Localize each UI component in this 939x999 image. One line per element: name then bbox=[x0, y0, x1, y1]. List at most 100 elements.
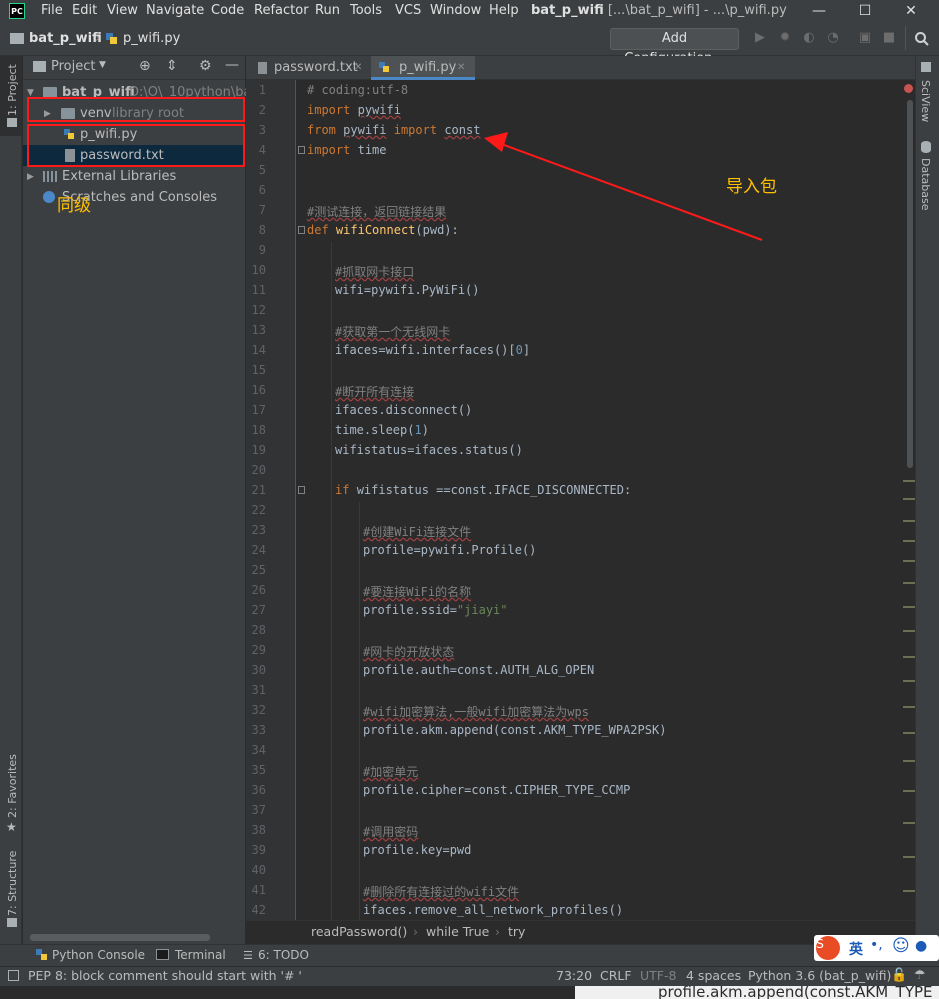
menu-code[interactable]: Code bbox=[211, 3, 244, 18]
fold-marker-icon[interactable] bbox=[298, 226, 305, 234]
emoji-icon[interactable]: ☺ bbox=[892, 936, 910, 956]
run-icon[interactable]: ▶ bbox=[752, 30, 768, 46]
maximize-icon[interactable]: ☐ bbox=[842, 1, 888, 21]
code-line-19: wifistatus=ifaces.status() bbox=[335, 443, 523, 457]
warning-stripe-mark[interactable] bbox=[903, 630, 915, 632]
file-encoding[interactable]: UTF-8 bbox=[640, 968, 676, 983]
warning-stripe-mark[interactable] bbox=[903, 520, 915, 522]
project-view-selector[interactable]: Project bbox=[51, 59, 95, 74]
tree-row-external-libraries[interactable]: ▶ External Libraries bbox=[23, 166, 245, 187]
close-icon[interactable]: ✕ bbox=[888, 1, 934, 21]
horizontal-scrollbar[interactable] bbox=[30, 934, 210, 941]
menu-tools[interactable]: Tools bbox=[350, 3, 382, 18]
breadcrumb-read-password[interactable]: readPassword() bbox=[311, 924, 407, 939]
profile-icon[interactable]: ◔ bbox=[825, 30, 841, 46]
collapse-icon[interactable]: ⇕ bbox=[166, 58, 178, 74]
menu-file[interactable]: File bbox=[41, 3, 63, 18]
search-icon[interactable] bbox=[914, 31, 930, 47]
database-tool-label[interactable]: Database bbox=[919, 158, 932, 211]
favorites-tool-label[interactable]: 2: Favorites bbox=[6, 754, 19, 818]
chevron-right-icon[interactable]: ▶ bbox=[27, 167, 34, 188]
code-line-7: #测试连接，返回链接结果 bbox=[307, 203, 446, 220]
project-view-icon bbox=[33, 61, 46, 72]
sciview-tool-label[interactable]: SciView bbox=[919, 80, 932, 122]
line-number: 8 bbox=[258, 223, 266, 237]
terminal-tab[interactable]: Terminal bbox=[175, 948, 226, 962]
nav-crumb-file[interactable]: p_wifi.py bbox=[123, 31, 180, 46]
coverage-icon[interactable]: ◐ bbox=[801, 30, 817, 46]
punctuation-icon[interactable]: •, bbox=[870, 937, 883, 953]
breadcrumb-while-true[interactable]: while True bbox=[426, 924, 489, 939]
sogou-logo-icon[interactable]: S bbox=[816, 936, 840, 960]
code-text: ifaces=wifi.interfaces()[ bbox=[335, 343, 516, 357]
stop-icon[interactable]: ■ bbox=[881, 30, 897, 46]
python-file-icon bbox=[379, 62, 389, 72]
code-text: wifi=pywifi.PyWiFi() bbox=[335, 283, 480, 297]
nav-crumb-project[interactable]: bat_p_wifi bbox=[29, 31, 102, 46]
todo-tab[interactable]: 6: TODO bbox=[258, 948, 309, 962]
warning-stripe-mark[interactable] bbox=[903, 890, 915, 892]
menu-navigate[interactable]: Navigate bbox=[146, 3, 204, 18]
code-text: wifistatus=ifaces.status() bbox=[335, 443, 523, 457]
line-separator[interactable]: CRLF bbox=[600, 968, 632, 983]
warning-stripe-mark[interactable] bbox=[903, 540, 915, 542]
menu-run[interactable]: Run bbox=[315, 3, 340, 18]
inspector-icon[interactable]: ☂ bbox=[914, 968, 926, 983]
warning-stripe-mark[interactable] bbox=[903, 480, 915, 482]
hide-icon[interactable]: — bbox=[225, 57, 239, 73]
menu-view[interactable]: View bbox=[107, 3, 138, 18]
code-text: profile.cipher=const.CIPHER_TYPE_CCMP bbox=[363, 783, 631, 797]
warning-stripe-mark[interactable] bbox=[903, 498, 915, 500]
minimize-icon[interactable]: — bbox=[796, 1, 842, 21]
tool-windows-icon[interactable] bbox=[8, 970, 19, 981]
status-message[interactable]: PEP 8: block comment should start with '… bbox=[28, 968, 302, 983]
code-line-26: #要连接WiFi的名称 bbox=[363, 583, 471, 600]
warning-stripe-mark[interactable] bbox=[903, 760, 915, 762]
breadcrumb-try[interactable]: try bbox=[508, 924, 525, 939]
gear-icon[interactable]: ⚙ bbox=[199, 58, 212, 74]
menu-help[interactable]: Help bbox=[489, 3, 519, 18]
vertical-scrollbar[interactable] bbox=[907, 100, 913, 468]
code-text: time.sleep( bbox=[335, 423, 415, 437]
python-interpreter[interactable]: Python 3.6 (bat_p_wifi) bbox=[748, 968, 891, 983]
fold-marker-icon[interactable] bbox=[298, 146, 305, 154]
debug-icon[interactable]: ✹ bbox=[777, 30, 793, 46]
structure-icon bbox=[7, 918, 17, 927]
warning-stripe-mark[interactable] bbox=[903, 680, 915, 682]
warning-stripe-mark[interactable] bbox=[903, 656, 915, 658]
warning-stripe-mark[interactable] bbox=[903, 822, 915, 824]
warning-stripe-mark[interactable] bbox=[903, 582, 915, 584]
chevron-down-icon[interactable]: ▼ bbox=[99, 60, 106, 70]
project-tool-label[interactable]: 1: Project bbox=[6, 64, 19, 116]
tab-p-wifi-py[interactable]: p_wifi.py ✕ bbox=[371, 56, 475, 80]
python-console-tab[interactable]: Python Console bbox=[52, 948, 145, 962]
menu-window[interactable]: Window bbox=[430, 3, 481, 18]
tab-label: p_wifi.py bbox=[399, 60, 457, 75]
warning-stripe-mark[interactable] bbox=[903, 606, 915, 608]
warning-stripe-mark[interactable] bbox=[903, 856, 915, 858]
caret-position[interactable]: 73:20 bbox=[556, 968, 592, 983]
lock-icon[interactable]: 🔓 bbox=[891, 968, 907, 983]
add-configuration-button[interactable]: Add Configuration... bbox=[610, 28, 739, 66]
warning-stripe-mark[interactable] bbox=[903, 790, 915, 792]
warning-stripe-mark[interactable] bbox=[903, 732, 915, 734]
menu-vcs[interactable]: VCS bbox=[395, 3, 421, 18]
menu-refactor[interactable]: Refactor bbox=[254, 3, 309, 18]
microphone-icon[interactable]: ● bbox=[915, 938, 927, 954]
warning-stripe-mark[interactable] bbox=[903, 706, 915, 708]
ime-language[interactable]: 英 bbox=[849, 939, 863, 959]
close-icon[interactable]: ✕ bbox=[354, 56, 362, 79]
annotation-box-files bbox=[27, 124, 245, 167]
error-indicator-icon[interactable] bbox=[904, 84, 913, 93]
code-line-23: #创建WiFi连接文件 bbox=[363, 523, 471, 540]
code-line-39: profile.key=pwd bbox=[363, 843, 471, 857]
build-icon[interactable]: ▣ bbox=[857, 30, 873, 46]
fold-marker-icon[interactable] bbox=[298, 486, 305, 494]
structure-tool-label[interactable]: 7: Structure bbox=[6, 851, 19, 916]
menu-edit[interactable]: Edit bbox=[72, 3, 97, 18]
close-icon[interactable]: ✕ bbox=[457, 56, 465, 79]
warning-stripe-mark[interactable] bbox=[903, 560, 915, 562]
locate-icon[interactable]: ⊕ bbox=[139, 58, 151, 74]
tab-password-txt[interactable]: password.txt ✕ bbox=[250, 56, 368, 80]
indent-setting[interactable]: 4 spaces bbox=[686, 968, 741, 983]
